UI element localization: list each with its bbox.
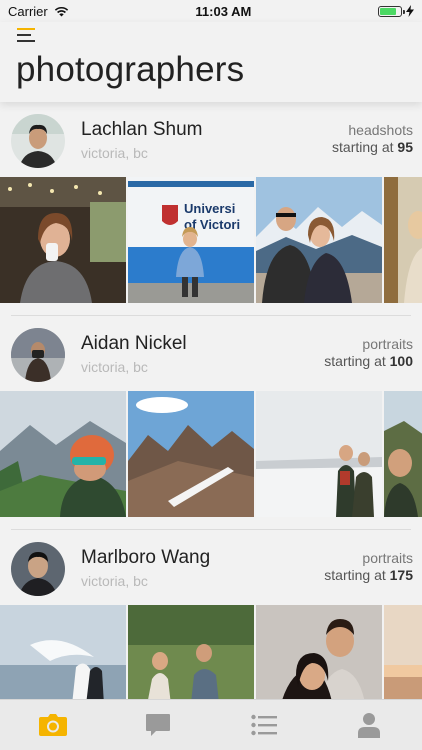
photographer-price: starting at 100 — [324, 353, 413, 369]
photographer-card-header[interactable]: Aidan Nickel victoria, bc portraits star… — [0, 316, 422, 391]
portfolio-photo[interactable] — [384, 391, 422, 517]
portfolio-photo[interactable] — [384, 177, 422, 303]
photographer-category: headshots — [348, 122, 413, 138]
price-prefix: starting at — [332, 139, 394, 155]
page-title: photographers — [16, 50, 245, 89]
price-prefix: starting at — [324, 567, 386, 583]
charging-icon — [406, 5, 414, 17]
photo-strip[interactable] — [0, 605, 422, 700]
price-value: 100 — [389, 353, 413, 369]
chat-bubble-icon — [146, 714, 171, 736]
portfolio-photo[interactable] — [256, 177, 382, 303]
photographer-card[interactable]: Lachlan Shum victoria, bc headshots star… — [0, 102, 422, 316]
tab-bookings[interactable] — [211, 700, 317, 750]
photo-strip[interactable]: Universi of Victori — [0, 177, 422, 303]
tab-bar — [0, 699, 422, 750]
carrier-label: Carrier — [8, 3, 48, 19]
avatar[interactable] — [11, 114, 65, 168]
price-prefix: starting at — [324, 353, 386, 369]
tab-messages[interactable] — [106, 700, 212, 750]
svg-text:Universi: Universi — [184, 201, 235, 216]
portfolio-photo[interactable] — [0, 177, 126, 303]
photo-strip[interactable] — [0, 391, 422, 517]
photographer-price: starting at 175 — [324, 567, 413, 583]
photographer-price: starting at 95 — [332, 139, 413, 155]
photographer-card[interactable]: Marlboro Wang victoria, bc portraits sta… — [0, 530, 422, 700]
avatar[interactable] — [11, 542, 65, 596]
photographer-card-header[interactable]: Lachlan Shum victoria, bc headshots star… — [0, 102, 422, 177]
photographer-feed[interactable]: Lachlan Shum victoria, bc headshots star… — [0, 102, 422, 700]
portfolio-photo[interactable] — [128, 605, 254, 700]
photographer-name[interactable]: Lachlan Shum — [81, 119, 202, 141]
portfolio-photo[interactable] — [256, 391, 382, 517]
portfolio-photo[interactable]: Universi of Victori — [128, 177, 254, 303]
photographer-name[interactable]: Aidan Nickel — [81, 333, 187, 355]
tab-profile[interactable] — [317, 700, 422, 750]
portfolio-photo[interactable] — [256, 605, 382, 700]
camera-icon — [38, 714, 67, 736]
photographer-category: portraits — [362, 336, 413, 352]
menu-icon[interactable] — [17, 28, 35, 43]
tab-photographers[interactable] — [0, 700, 106, 750]
portfolio-photo[interactable] — [0, 605, 126, 700]
photographer-card-header[interactable]: Marlboro Wang victoria, bc portraits sta… — [0, 530, 422, 605]
photographer-card[interactable]: Aidan Nickel victoria, bc portraits star… — [0, 316, 422, 530]
portfolio-photo[interactable] — [128, 391, 254, 517]
price-value: 175 — [389, 567, 413, 583]
photographer-name[interactable]: Marlboro Wang — [81, 547, 210, 569]
battery-icon — [378, 5, 405, 17]
status-time: 11:03 AM — [195, 3, 252, 19]
profile-icon — [358, 713, 381, 738]
price-value: 95 — [397, 139, 413, 155]
portfolio-photo[interactable] — [0, 391, 126, 517]
photographer-location: victoria, bc — [81, 573, 148, 589]
wifi-icon — [54, 6, 68, 16]
header: photographers — [0, 22, 422, 102]
portfolio-photo[interactable] — [384, 605, 422, 700]
photographer-location: victoria, bc — [81, 145, 148, 161]
photographer-location: victoria, bc — [81, 359, 148, 375]
list-icon — [251, 714, 277, 736]
photographer-category: portraits — [362, 550, 413, 566]
avatar[interactable] — [11, 328, 65, 382]
status-bar: Carrier 11:03 AM — [0, 0, 422, 22]
